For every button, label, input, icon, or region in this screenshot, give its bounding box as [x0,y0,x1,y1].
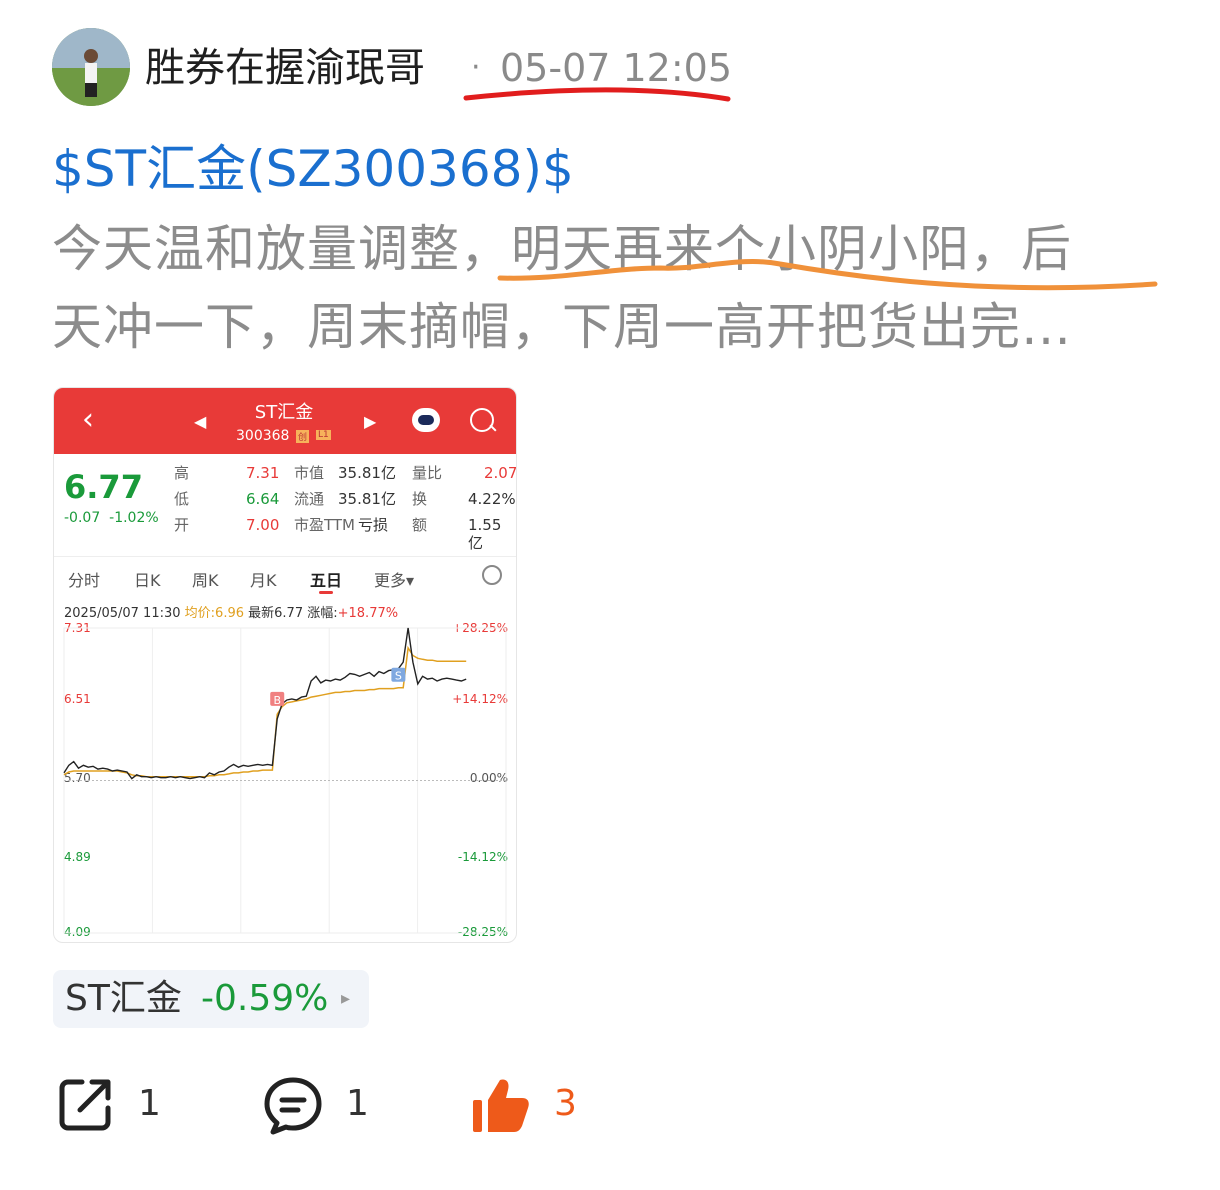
stock-ticker-link[interactable]: $ST汇金(SZ300368)$ [52,136,574,202]
five-day-chart: BS [63,627,507,934]
post-body: 今天温和放量调整，明天再来个小阴小阳，后 天冲一下，周末摘帽，下周一高开把货出完… [52,210,1172,366]
buy-marker-label: B [273,694,281,707]
post-body-line-1: 今天温和放量调整，明天再来个小阴小阳，后 [52,220,1072,278]
sell-marker-label: S [395,670,402,683]
like-button[interactable]: 3 [470,1070,590,1138]
comment-count: 1 [346,1083,369,1124]
share-count: 1 [138,1083,161,1124]
comment-button[interactable]: 1 [262,1070,382,1138]
thumbs-up-icon [473,1079,529,1132]
separator-dot: · [471,50,481,85]
stock-chip[interactable]: ST汇金 -0.59% ▸ [53,970,369,1028]
author-name[interactable]: 胜券在握渝珉哥 [145,40,425,96]
price-line [63,627,467,780]
average-price-line [63,645,467,778]
share-button[interactable]: 1 [56,1070,176,1138]
chip-stock-name: ST汇金 [65,978,182,1019]
avatar[interactable] [52,28,130,106]
comment-icon [264,1077,322,1135]
post-timestamp: 05-07 12:05 [500,46,733,90]
post-body-line-2: 天冲一下，周末摘帽，下周一高开把货出完… [52,298,1072,356]
like-count: 3 [554,1083,577,1124]
chevron-right-icon: ▸ [341,988,351,1009]
embedded-stock-screenshot[interactable]: ‹ ◀ ST汇金 300368 创 L1 ▶ 6.77 -0.07 -1.02%… [53,387,517,943]
chip-stock-pct: -0.59% [201,978,329,1019]
share-icon [59,1079,111,1131]
